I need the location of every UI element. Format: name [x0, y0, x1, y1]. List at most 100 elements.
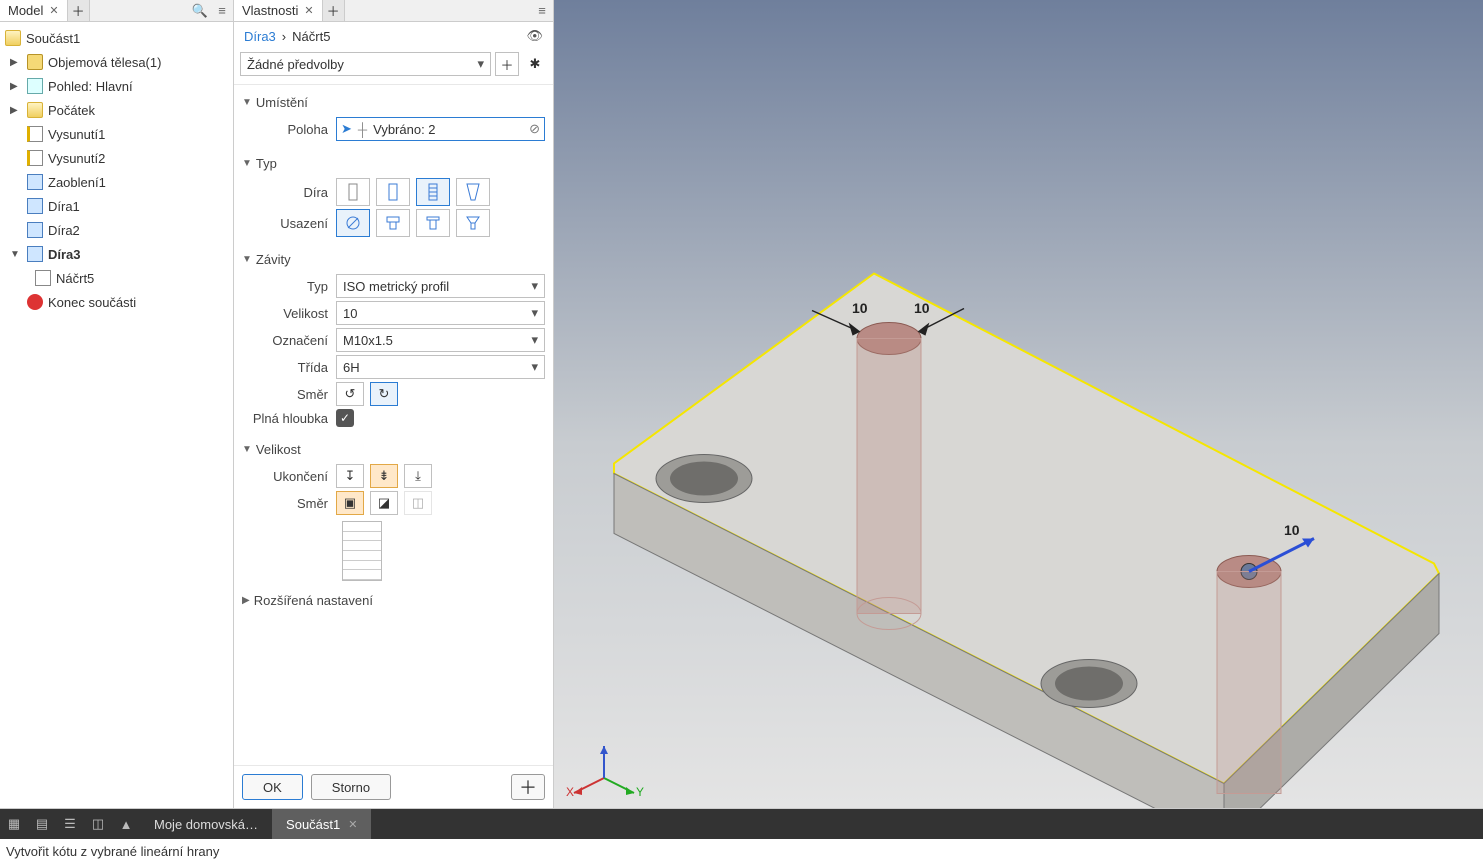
tree-node-origin[interactable]: ▶ Počátek [0, 98, 233, 122]
extrude-icon [27, 150, 43, 166]
tree-label: Vysunutí2 [48, 151, 105, 166]
full-depth-checkbox[interactable]: ✓ [336, 409, 354, 427]
solid-bodies-icon [27, 54, 43, 70]
section-size[interactable]: ▼ Velikost [242, 438, 545, 461]
seat-spotface[interactable] [416, 209, 450, 237]
ok-button[interactable]: OK [242, 774, 303, 800]
tree-label: Náčrt5 [56, 271, 94, 286]
seat-countersink[interactable] [456, 209, 490, 237]
tab-home[interactable]: Moje domovská… [140, 809, 272, 839]
thread-class-value: 6H [343, 360, 360, 375]
breadcrumb-link[interactable]: Díra3 [244, 29, 276, 44]
viewport-3d[interactable]: 10 10 10 X Y [554, 0, 1483, 808]
cancel-button[interactable]: Storno [311, 774, 391, 800]
thread-size-combo[interactable]: 10 ▾ [336, 301, 545, 325]
view-mode-icon[interactable]: ▤ [28, 809, 56, 839]
close-icon[interactable]: ✕ [304, 4, 313, 17]
chevron-down-icon: ▾ [531, 359, 538, 375]
tree-node-view[interactable]: ▶ Pohled: Hlavní [0, 74, 233, 98]
hole-type-simple[interactable] [336, 178, 370, 206]
termination-through-all[interactable]: ⇟ [370, 464, 398, 488]
tree-node-hole2[interactable]: Díra2 [0, 218, 233, 242]
chevron-right-icon[interactable]: ▶ [10, 57, 22, 68]
close-icon[interactable]: ✕ [348, 818, 357, 831]
tree-node-hole1[interactable]: Díra1 [0, 194, 233, 218]
direction-default[interactable]: ▣ [336, 491, 364, 515]
chevron-right-icon[interactable]: ▶ [10, 81, 22, 92]
tree-label: Konec součásti [48, 295, 136, 310]
tab-model[interactable]: Model ✕ [0, 0, 68, 21]
tree-node-hole3[interactable]: ▼ Díra3 [0, 242, 233, 266]
tree-root[interactable]: Součást1 [0, 26, 233, 50]
clear-icon[interactable]: ⊘ [529, 121, 540, 137]
termination-distance[interactable]: ↧ [336, 464, 364, 488]
hole-type-taper[interactable] [456, 178, 490, 206]
section-title: Velikost [256, 442, 301, 457]
hole-type-clearance[interactable] [376, 178, 410, 206]
section-placement[interactable]: ▼ Umístění [242, 91, 545, 114]
search-icon[interactable]: 🔍 [189, 0, 211, 21]
thread-size-value: 10 [343, 306, 357, 321]
tree-node-solids[interactable]: ▶ Objemová tělesa(1) [0, 50, 233, 74]
add-tab-button[interactable]: ＋ [323, 0, 345, 21]
tree-label: Díra3 [48, 247, 81, 262]
label-thread-type: Typ [242, 279, 336, 294]
dimension-label[interactable]: 10 [852, 300, 868, 316]
tree-node-ext1[interactable]: Vysunutí1 [0, 122, 233, 146]
settings-button[interactable]: ✱ [523, 52, 547, 76]
add-tab-button[interactable]: ＋ [68, 0, 90, 21]
thread-class-combo[interactable]: 6H ▾ [336, 355, 545, 379]
position-selector[interactable]: ➤ ┼ Vybráno: 2 ⊘ [336, 117, 545, 141]
section-threads[interactable]: ▼ Závity [242, 248, 545, 271]
termination-to[interactable]: ⤓ [404, 464, 432, 488]
tree-label: Vysunutí1 [48, 127, 105, 142]
chevron-right-icon[interactable]: ▶ [10, 105, 22, 116]
tab-document[interactable]: Součást1 ✕ [272, 809, 371, 839]
tree-node-sketch5[interactable]: Náčrt5 [0, 266, 233, 290]
tree-node-ext2[interactable]: Vysunutí2 [0, 146, 233, 170]
close-icon[interactable]: ✕ [49, 4, 58, 17]
panel-menu-icon[interactable]: ≡ [211, 0, 233, 21]
position-mode-icon: ┼ [358, 122, 367, 137]
hole-type-tapped[interactable] [416, 178, 450, 206]
viewport-canvas[interactable] [554, 0, 1483, 808]
part-icon [5, 30, 21, 46]
seat-none[interactable] [336, 209, 370, 237]
dimension-label[interactable]: 10 [1284, 522, 1300, 538]
visibility-icon[interactable]: 👁 [526, 28, 543, 44]
section-title: Závity [256, 252, 291, 267]
view-mode-icon[interactable]: ☰ [56, 809, 84, 839]
add-preset-button[interactable]: ＋ [495, 52, 519, 76]
view-mode-icon[interactable]: ▦ [0, 809, 28, 839]
thread-dir-right[interactable]: ↻ [370, 382, 398, 406]
seat-counterbore[interactable] [376, 209, 410, 237]
thread-type-combo[interactable]: ISO metrický profil ▾ [336, 274, 545, 298]
label-thread-dir: Směr [242, 387, 336, 402]
model-browser-panel: Model ✕ ＋ 🔍 ≡ Součást1 ▶ Objemová tělesa… [0, 0, 234, 808]
chevron-down-icon: ▾ [531, 278, 538, 294]
tree-node-end[interactable]: Konec součásti [0, 290, 233, 314]
direction-flip[interactable]: ◪ [370, 491, 398, 515]
label-thread-class: Třída [242, 360, 336, 375]
thread-desig-combo[interactable]: M10x1.5 ▾ [336, 328, 545, 352]
hole-icon [27, 198, 43, 214]
tab-home-label: Moje domovská… [154, 817, 258, 832]
chevron-up-icon[interactable]: ▲ [112, 809, 140, 839]
chevron-right-icon: ▶ [242, 595, 250, 606]
dimension-label[interactable]: 10 [914, 300, 930, 316]
section-advanced[interactable]: ▶ Rozšířená nastavení [242, 589, 545, 612]
apply-and-repeat-button[interactable]: ＋ [511, 774, 545, 800]
chevron-down-icon[interactable]: ▼ [10, 249, 22, 260]
tab-properties[interactable]: Vlastnosti ✕ [234, 0, 323, 21]
status-text: Vytvořit kótu z vybrané lineární hrany [6, 844, 219, 859]
tree-node-fillet[interactable]: Zaoblení1 [0, 170, 233, 194]
thread-dir-left[interactable]: ↺ [336, 382, 364, 406]
prop-panel-tabs: Vlastnosti ✕ ＋ ≡ [234, 0, 553, 22]
tree-label: Zaoblení1 [48, 175, 106, 190]
preset-combo[interactable]: Žádné předvolby ▾ [240, 52, 491, 76]
label-full-depth: Plná hloubka [242, 411, 336, 426]
section-type[interactable]: ▼ Typ [242, 152, 545, 175]
panel-menu-icon[interactable]: ≡ [531, 0, 553, 21]
origin-triad: X Y [564, 738, 644, 798]
view-mode-icon[interactable]: ◫ [84, 809, 112, 839]
